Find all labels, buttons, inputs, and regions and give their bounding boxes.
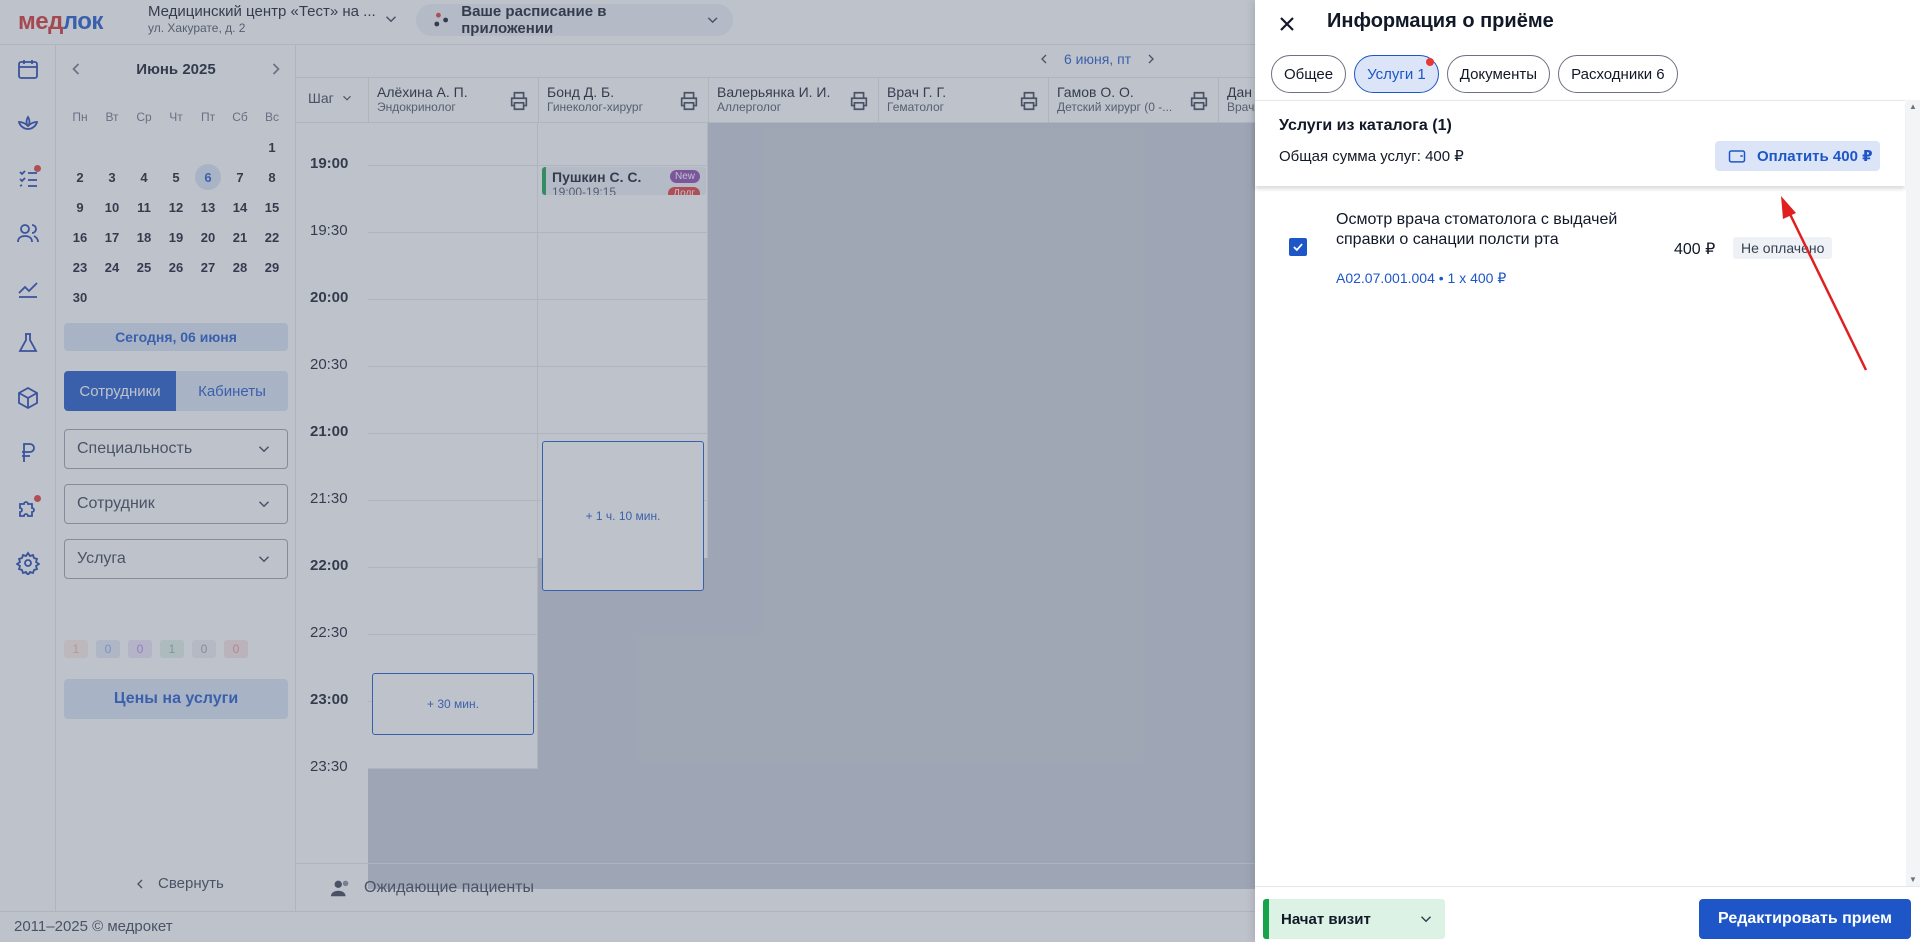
- edit-appointment-button[interactable]: Редактировать прием: [1699, 899, 1911, 939]
- catalog-title: Услуги из каталога (1): [1279, 117, 1452, 134]
- scroll-up-icon[interactable]: ▲: [1909, 102, 1917, 111]
- visit-status-select[interactable]: Начат визит: [1263, 899, 1445, 939]
- check-icon: [1293, 243, 1303, 252]
- service-row: Осмотр врача стоматолога с выдачей справ…: [1255, 210, 1905, 290]
- notification-dot: [1425, 58, 1434, 66]
- vertical-scrollbar[interactable]: ▲ ▼: [1906, 100, 1920, 886]
- tab-label: Документы: [1459, 65, 1538, 83]
- appointment-info-drawer: Информация о приёме Общее Услуги 1 Докумен…: [1255, 0, 1920, 942]
- pay-button[interactable]: Оплатить 400 ₽: [1715, 141, 1880, 171]
- catalog-summary: Услуги из каталога (1) Общая сумма услуг…: [1255, 100, 1905, 186]
- pay-button-label: Оплатить 400 ₽: [1757, 148, 1873, 165]
- tab-documents[interactable]: Документы: [1446, 55, 1551, 93]
- tab-consumables[interactable]: Расходники 6: [1558, 55, 1678, 93]
- service-code: А02.07.001.004 • 1 x 400 ₽: [1336, 270, 1507, 286]
- service-checkbox[interactable]: [1289, 238, 1307, 256]
- close-icon[interactable]: [1275, 12, 1299, 36]
- wallet-icon: [1728, 150, 1746, 163]
- service-price: 400 ₽: [1674, 241, 1716, 258]
- scroll-down-icon[interactable]: ▼: [1909, 875, 1917, 884]
- service-name: Осмотр врача стоматолога с выдачей справ…: [1336, 211, 1618, 248]
- tab-label: Общее: [1284, 65, 1334, 83]
- tab-label: Расходники 6: [1571, 65, 1665, 83]
- visit-status-label: Начат визит: [1281, 910, 1371, 928]
- drawer-footer: Начат визит Редактировать прием: [1255, 886, 1920, 942]
- tab-label: Услуги 1: [1367, 65, 1426, 83]
- chevron-down-icon: [1420, 916, 1432, 923]
- tab-general[interactable]: Общее: [1271, 55, 1347, 93]
- drawer-title: Информация о приёме: [1327, 10, 1554, 32]
- total-sum: Общая сумма услуг: 400 ₽: [1279, 148, 1464, 165]
- payment-status-badge: Не оплачено: [1733, 237, 1833, 259]
- drawer-tabs: Общее Услуги 1 Документы Расходники 6: [1271, 55, 1678, 93]
- tab-services[interactable]: Услуги 1: [1354, 55, 1439, 93]
